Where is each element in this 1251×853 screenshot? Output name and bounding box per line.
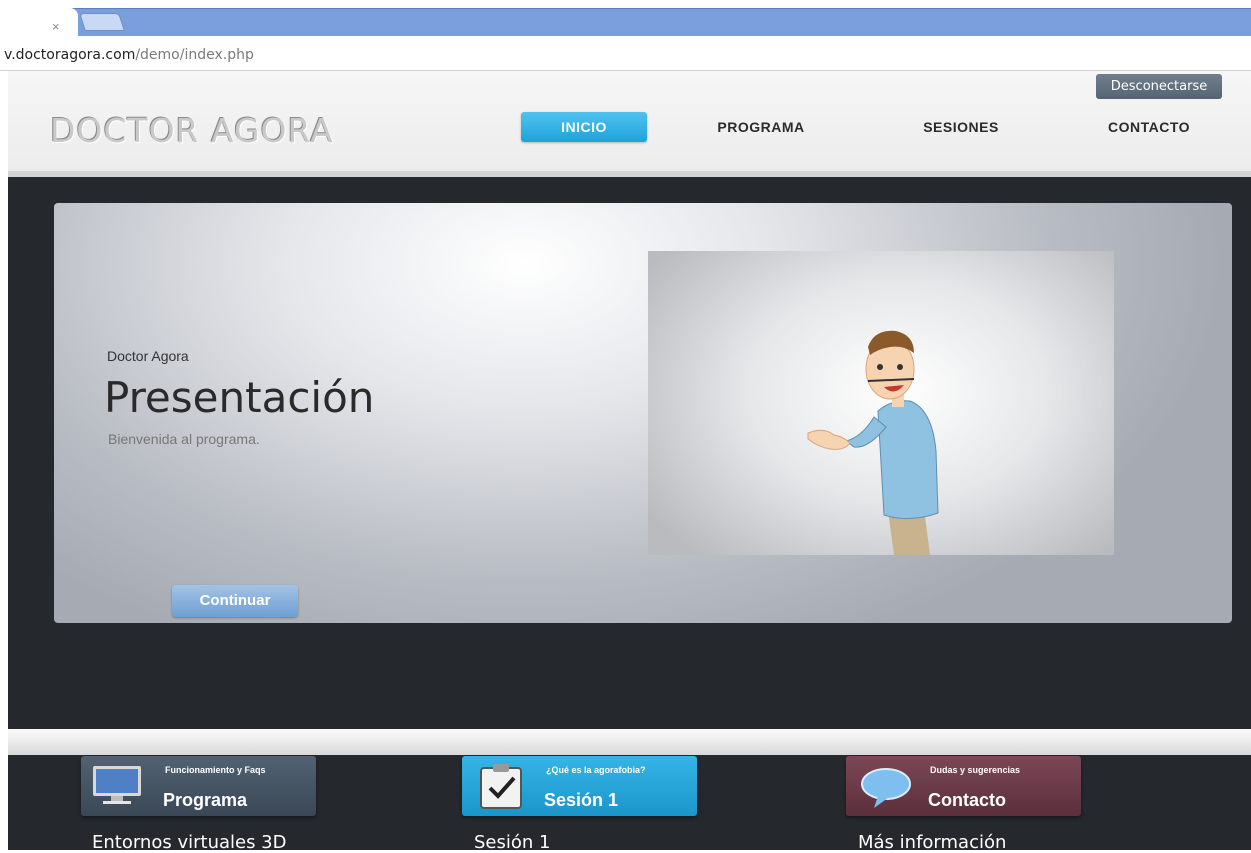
hero-subtitle: Bienvenida al programa. bbox=[108, 431, 260, 447]
presentation-video[interactable] bbox=[648, 251, 1114, 555]
url-path: /demo/index.php bbox=[135, 47, 254, 63]
clipboard-check-icon bbox=[480, 764, 522, 809]
nav-sesiones[interactable]: SESIONES bbox=[898, 112, 1024, 142]
address-bar[interactable]: v.doctoragora.com/demo/index.php bbox=[0, 36, 1251, 71]
hero-kicker: Doctor Agora bbox=[107, 348, 189, 364]
tabstrip-background bbox=[0, 8, 1251, 37]
card-programa-title: Programa bbox=[163, 790, 248, 810]
browser-tab[interactable]: × bbox=[0, 8, 78, 36]
browser-tabstrip: × bbox=[0, 0, 1251, 37]
card-sesion-title: Sesión 1 bbox=[544, 790, 619, 810]
site-header: DOCTOR AGORA INICIO PROGRAMA SESIONES CO… bbox=[8, 71, 1251, 177]
new-tab-button[interactable] bbox=[79, 13, 125, 31]
url-text[interactable]: v.doctoragora.com/demo/index.php bbox=[4, 47, 254, 63]
card-sesion[interactable]: ¿Qué es la agorafobia? Sesión 1 bbox=[462, 756, 697, 816]
speech-bubble-icon bbox=[861, 768, 911, 808]
logout-button[interactable]: Desconectarse bbox=[1096, 74, 1222, 99]
nav-programa[interactable]: PROGRAMA bbox=[698, 112, 824, 142]
hero-title: Presentación bbox=[104, 373, 375, 422]
continue-button[interactable]: Continuar bbox=[172, 585, 298, 617]
close-tab-icon[interactable]: × bbox=[52, 19, 60, 34]
card-programa[interactable]: Funcionamiento y Faqs Programa bbox=[81, 756, 316, 816]
feature-cards: Funcionamiento y Faqs Programa Entornos … bbox=[8, 755, 1251, 853]
doctor-character-icon bbox=[807, 330, 939, 555]
card-programa-tagline: Funcionamiento y Faqs bbox=[165, 765, 266, 775]
hero-panel: Doctor Agora Presentación Bienvenida al … bbox=[54, 203, 1232, 623]
site-logo[interactable]: DOCTOR AGORA bbox=[50, 111, 334, 150]
card-contacto-tagline: Dudas y sugerencias bbox=[930, 765, 1021, 775]
nav-inicio[interactable]: INICIO bbox=[521, 112, 647, 142]
hero-band: Doctor Agora Presentación Bienvenida al … bbox=[8, 177, 1251, 729]
card-sesion-tagline: ¿Qué es la agorafobia? bbox=[546, 765, 646, 775]
card-contacto-title: Contacto bbox=[928, 790, 1006, 810]
section-divider bbox=[8, 729, 1251, 755]
nav-contacto[interactable]: CONTACTO bbox=[1086, 112, 1212, 142]
computer-monitor-icon bbox=[93, 766, 141, 804]
card-contacto[interactable]: Dudas y sugerencias Contacto bbox=[846, 756, 1081, 816]
url-domain: v.doctoragora.com bbox=[4, 47, 136, 63]
